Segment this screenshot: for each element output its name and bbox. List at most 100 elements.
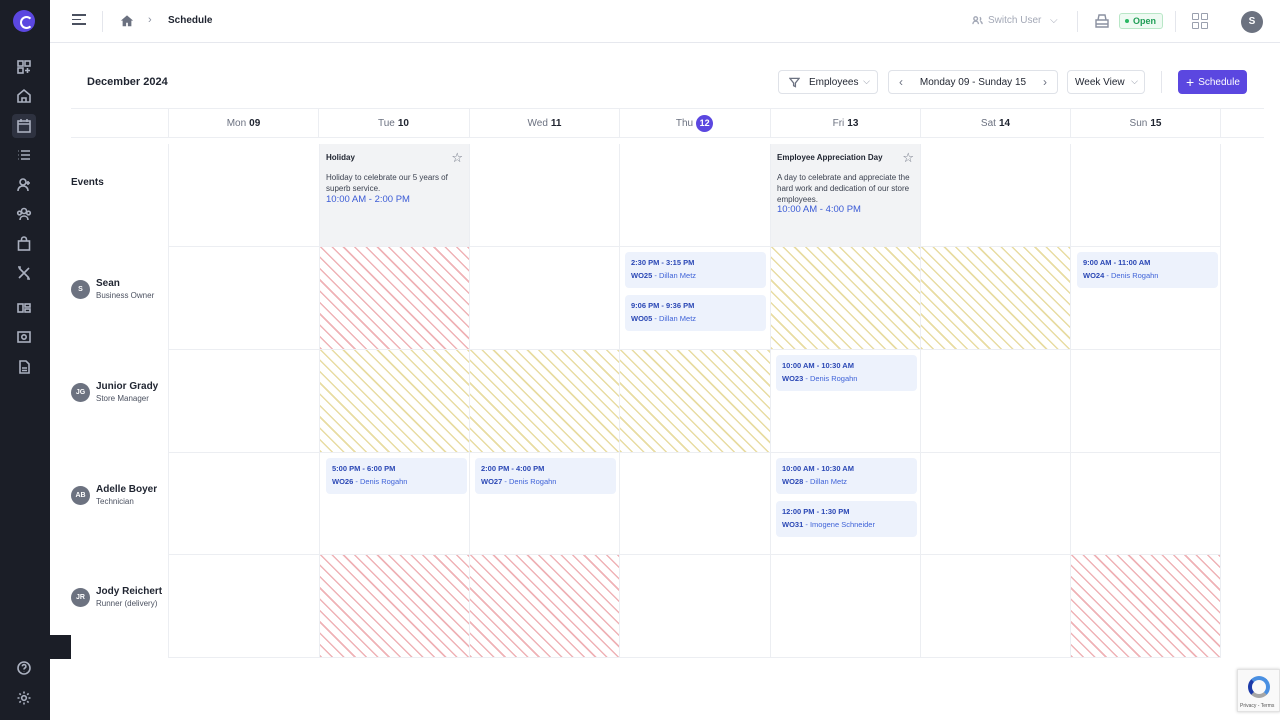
calendar-cell[interactable]: 5:00 PM - 6:00 PM WO26 - Denis Rogahn: [319, 453, 470, 555]
star-icon[interactable]: ☆: [902, 151, 914, 164]
calendar-cell[interactable]: 9:00 AM - 11:00 AM WO24 - Denis Rogahn: [1070, 247, 1221, 350]
calendar-cell[interactable]: [1070, 144, 1221, 247]
calendar-cell[interactable]: [469, 144, 620, 247]
unavailable-cell[interactable]: [920, 247, 1071, 350]
chevron-down-icon[interactable]: ⌵: [1050, 15, 1058, 26]
unavailable-cell[interactable]: [319, 350, 470, 453]
time-off-cell[interactable]: [319, 555, 470, 658]
event-card[interactable]: Holiday ☆ Holiday to celebrate our 5 yea…: [319, 144, 470, 247]
appointment-card[interactable]: 2:30 PM - 3:15 PM WO25 - Dillan Metz: [625, 252, 766, 288]
employee-role: Technician: [96, 497, 134, 506]
next-week-button[interactable]: ›: [1043, 75, 1047, 89]
calendar-cell[interactable]: [168, 350, 319, 453]
menu-toggle-icon[interactable]: [72, 14, 86, 28]
calendar-cell[interactable]: 10:00 AM - 10:30 AM WO23 - Denis Rogahn: [770, 350, 921, 453]
appointment-time: 12:00 PM - 1:30 PM: [782, 507, 850, 516]
day-header-sat: Sat 14: [920, 109, 1070, 138]
appointment-card[interactable]: 9:00 AM - 11:00 AM WO24 - Denis Rogahn: [1077, 252, 1218, 288]
breadcrumb-home-icon[interactable]: [120, 14, 134, 28]
appointment-person: Denis Rogahn: [359, 477, 408, 486]
apps-grid-icon[interactable]: [1192, 13, 1208, 29]
calendar-cell[interactable]: 2:30 PM - 3:15 PM WO25 - Dillan Metz 9:0…: [619, 247, 770, 350]
users-icon: [972, 16, 983, 25]
appointment-time: 10:00 AM - 10:30 AM: [782, 464, 854, 473]
employee-row-label: JR Jody Reichert Runner (delivery): [71, 586, 162, 608]
previous-week-button[interactable]: ‹: [899, 75, 903, 89]
appointment-time: 5:00 PM - 6:00 PM: [332, 464, 396, 473]
sidebar-collapse-tab[interactable]: [50, 635, 71, 659]
star-icon[interactable]: ☆: [451, 151, 463, 164]
calendar-cell[interactable]: [619, 144, 770, 247]
calendar-cell[interactable]: [920, 350, 1071, 453]
day-header-wed: Wed 11: [469, 109, 619, 138]
calendar-cell[interactable]: [770, 555, 921, 658]
help-icon[interactable]: [12, 656, 36, 680]
inventory-icon[interactable]: [12, 296, 36, 320]
divider: [1175, 11, 1176, 32]
employees-filter-button[interactable]: Employees ⌵: [778, 70, 878, 94]
calendar-cell[interactable]: [168, 453, 319, 555]
avatar: JR: [71, 587, 90, 607]
switch-user-button[interactable]: Switch User: [972, 15, 1041, 26]
appointment-card[interactable]: 10:00 AM - 10:30 AM WO28 - Dillan Metz: [776, 458, 917, 494]
appointment-time: 10:00 AM - 10:30 AM: [782, 361, 854, 370]
team-icon[interactable]: [12, 202, 36, 226]
chevron-down-icon: ⌵: [1131, 76, 1138, 86]
list-icon[interactable]: [12, 143, 36, 167]
tools-icon[interactable]: [12, 261, 36, 285]
calendar-icon[interactable]: [12, 114, 36, 138]
calendar-cell[interactable]: [920, 453, 1071, 555]
calendar-cell[interactable]: [1070, 453, 1221, 555]
calendar-cell[interactable]: [469, 247, 620, 350]
add-user-icon[interactable]: [12, 173, 36, 197]
avatar[interactable]: S: [1241, 11, 1263, 33]
calendar-cell[interactable]: 2:00 PM - 4:00 PM WO27 - Denis Rogahn: [469, 453, 620, 555]
unavailable-cell[interactable]: [770, 247, 921, 350]
appointment-card[interactable]: 2:00 PM - 4:00 PM WO27 - Denis Rogahn: [475, 458, 616, 494]
work-order-id: WO26: [332, 477, 354, 486]
unavailable-cell[interactable]: [619, 350, 770, 453]
dashboard-add-icon[interactable]: [12, 55, 36, 79]
settings-icon[interactable]: [12, 686, 36, 710]
appointment-card[interactable]: 5:00 PM - 6:00 PM WO26 - Denis Rogahn: [326, 458, 467, 494]
time-off-cell[interactable]: [469, 555, 620, 658]
time-off-cell[interactable]: [1070, 555, 1221, 658]
appointment-time: 9:06 PM - 9:36 PM: [631, 301, 695, 310]
register-icon[interactable]: [1094, 14, 1110, 28]
calendar-cell[interactable]: [1070, 350, 1221, 453]
home-icon[interactable]: [12, 84, 36, 108]
view-select[interactable]: Week View ⌵: [1067, 70, 1145, 94]
recaptcha-links[interactable]: Privacy - Terms: [1240, 703, 1274, 709]
report-icon[interactable]: [12, 355, 36, 379]
calendar-cell[interactable]: [920, 555, 1071, 658]
appointment-person: Dillan Metz: [658, 271, 697, 280]
appointment-card[interactable]: 10:00 AM - 10:30 AM WO23 - Denis Rogahn: [776, 355, 917, 391]
employee-name: Sean: [96, 278, 120, 289]
employee-name: Adelle Boyer: [96, 484, 158, 495]
calendar-cell[interactable]: [920, 144, 1071, 247]
appointment-person: Imogene Schneider: [809, 520, 875, 529]
cash-icon[interactable]: [12, 325, 36, 349]
appointment-card[interactable]: 9:06 PM - 9:36 PM WO05 - Dillan Metz: [625, 295, 766, 331]
appointment-card[interactable]: 12:00 PM - 1:30 PM WO31 - Imogene Schnei…: [776, 501, 917, 537]
recaptcha-badge[interactable]: Privacy - Terms: [1237, 669, 1280, 712]
employees-filter-label: Employees: [809, 76, 859, 88]
shopping-bag-icon[interactable]: [12, 232, 36, 256]
logo-icon[interactable]: [13, 10, 35, 32]
day-header-row: Mon 09 Tue 10 Wed 11 Thu 12 Fri 13 Sat 14 Sun 1…: [71, 108, 1264, 138]
add-schedule-button[interactable]: + Schedule: [1178, 70, 1247, 94]
event-card[interactable]: Employee Appreciation Day ☆ A day to cel…: [770, 144, 921, 247]
calendar-cell[interactable]: [168, 144, 319, 247]
status-badge[interactable]: Open: [1119, 13, 1164, 29]
calendar-cell[interactable]: [619, 453, 770, 555]
employee-row-label: AB Adelle Boyer Technician: [71, 484, 157, 506]
calendar-cell[interactable]: [619, 555, 770, 658]
calendar-cell[interactable]: [168, 247, 319, 350]
calendar-cell[interactable]: [168, 555, 319, 658]
unavailable-cell[interactable]: [469, 350, 620, 453]
calendar-cell[interactable]: 10:00 AM - 10:30 AM WO28 - Dillan Metz 1…: [770, 453, 921, 555]
plus-icon: +: [1186, 74, 1195, 90]
time-off-cell[interactable]: [319, 247, 470, 350]
work-order-id: WO31: [782, 520, 804, 529]
work-order-id: WO23: [782, 374, 804, 383]
